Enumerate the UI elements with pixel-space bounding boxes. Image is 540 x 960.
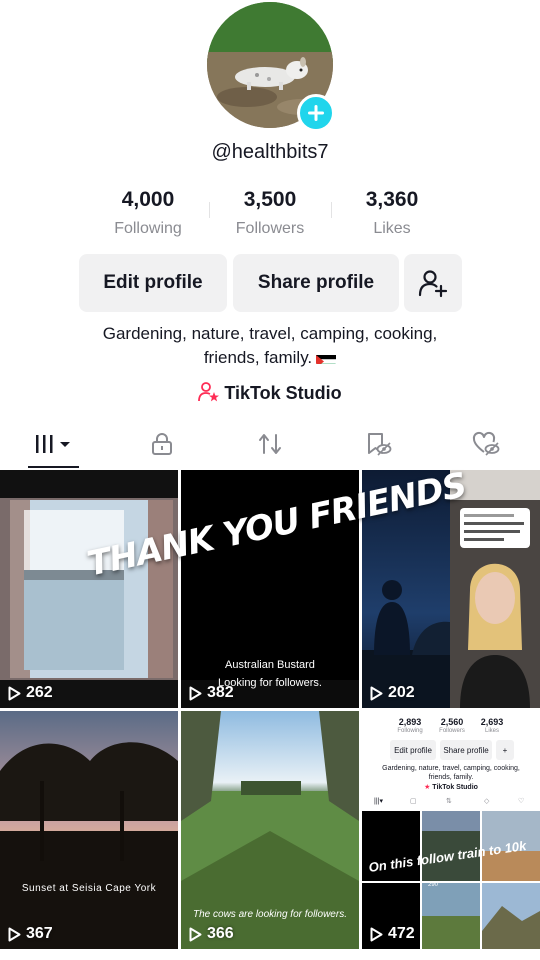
view-count-value: 472 xyxy=(388,925,415,942)
video-thumbnail[interactable]: Sunset at Seisia Cape York 367 xyxy=(0,711,178,949)
studio-label: TikTok Studio xyxy=(224,383,342,403)
mini-bookmark-icon: ◇ xyxy=(484,798,490,805)
edit-profile-button[interactable]: Edit profile xyxy=(79,254,227,312)
video-thumbnail[interactable] xyxy=(450,470,540,708)
mini-bio: Gardening, nature, travel, camping, cook… xyxy=(362,764,540,782)
video-image xyxy=(0,711,178,949)
mini-share-profile: Share profile xyxy=(440,740,492,760)
following-count: 4,000 xyxy=(121,188,175,211)
play-icon xyxy=(8,686,21,700)
mini-bio-line-1: Gardening, nature, travel, camping, cook… xyxy=(382,765,520,772)
bio-line-2: friends, family. xyxy=(0,346,540,370)
play-icon xyxy=(8,927,21,941)
likes-label: Likes xyxy=(373,220,411,237)
play-icon xyxy=(189,686,202,700)
mini-following-label: Following xyxy=(397,728,423,734)
add-user-icon xyxy=(418,270,448,298)
view-count: 367 xyxy=(8,925,53,943)
bio-line-1: Gardening, nature, travel, camping, cook… xyxy=(102,324,438,343)
followers-count: 3,500 xyxy=(243,188,297,211)
view-count-value: 367 xyxy=(26,925,53,942)
profile-tabs xyxy=(0,420,540,470)
likes-count: 3,360 xyxy=(365,188,419,211)
view-count-value: 382 xyxy=(207,684,234,701)
mini-add-user-icon: + xyxy=(496,740,514,760)
view-count: 262 xyxy=(8,684,53,702)
tab-reposts[interactable] xyxy=(216,420,324,468)
play-icon xyxy=(370,686,383,700)
video-caption: The cows are looking for followers. xyxy=(193,909,347,920)
tab-liked[interactable] xyxy=(432,420,540,468)
video-image xyxy=(450,470,540,708)
mini-studio-label: TikTok Studio xyxy=(432,784,478,791)
plus-icon xyxy=(308,105,324,121)
likes-stat[interactable]: 3,360 Likes xyxy=(332,188,452,238)
view-count-value: 366 xyxy=(207,925,234,942)
view-count-value: 262 xyxy=(26,684,53,701)
view-count: 382 xyxy=(189,684,234,702)
add-friend-button[interactable] xyxy=(404,254,462,312)
following-label: Following xyxy=(114,220,182,237)
studio-icon xyxy=(198,382,220,402)
mini-tabs: |||▾ ▢ ⇅ ◇ ♡ xyxy=(362,797,540,809)
view-count: 202 xyxy=(370,684,415,702)
view-count-value: 202 xyxy=(388,684,415,701)
tiktok-studio-link[interactable]: TikTok Studio xyxy=(0,381,540,404)
mini-grid-icon: |||▾ xyxy=(374,798,383,805)
video-thumbnail[interactable]: 262 xyxy=(0,470,178,708)
video-caption: Sunset at Seisia Cape York xyxy=(21,883,157,894)
mini-likes-label: Likes xyxy=(484,728,499,734)
video-thumbnail[interactable]: 2,893 Following 2,560 Followers 2,693 Li… xyxy=(362,711,540,949)
tab-private[interactable] xyxy=(108,420,216,468)
mini-edit-profile: Edit profile xyxy=(390,740,436,760)
video-image xyxy=(0,470,178,708)
mini-view-count: 290 xyxy=(428,882,439,888)
share-profile-button[interactable]: Share profile xyxy=(233,254,399,312)
mini-following-count: 2,893 xyxy=(398,717,422,727)
mini-likes-count: 2,693 xyxy=(480,717,504,727)
video-caption: Australian Bustard xyxy=(225,659,315,671)
tab-videos[interactable] xyxy=(0,420,108,468)
bio: Gardening, nature, travel, camping, cook… xyxy=(0,322,540,370)
grid-icon xyxy=(36,435,70,453)
followers-stat[interactable]: 3,500 Followers xyxy=(210,188,330,238)
mini-bio-line-2: friends, family. xyxy=(428,774,474,781)
avatar-container[interactable] xyxy=(207,2,335,132)
video-thumbnail[interactable]: The cows are looking for followers. 366 xyxy=(181,711,359,949)
active-tab-indicator xyxy=(28,466,79,468)
bio-line-2-text: friends, family. xyxy=(203,348,313,367)
followers-label: Followers xyxy=(235,220,305,237)
mini-repost-icon: ⇅ xyxy=(446,798,452,805)
view-count: 472 xyxy=(370,925,415,943)
mini-studio: ★ TikTok Studio xyxy=(362,783,540,791)
mini-heart-icon: ♡ xyxy=(518,798,525,805)
mini-followers-count: 2,560 xyxy=(440,717,464,727)
play-icon xyxy=(189,927,202,941)
bookmark-eye-icon xyxy=(368,433,392,456)
add-avatar-button[interactable] xyxy=(297,94,335,132)
mini-followers-label: Followers xyxy=(439,728,465,734)
heart-eye-icon xyxy=(472,431,500,456)
mini-lock-icon: ▢ xyxy=(410,798,417,805)
repost-icon xyxy=(259,434,281,454)
view-count: 366 xyxy=(189,925,234,943)
lock-icon xyxy=(152,433,172,455)
username: @healthbits7 xyxy=(211,141,329,163)
play-icon xyxy=(370,927,383,941)
following-stat[interactable]: 4,000 Following xyxy=(88,188,208,238)
palestine-flag-icon xyxy=(316,351,337,364)
mini-studio-icon: ★ xyxy=(424,784,431,791)
tab-favorites[interactable] xyxy=(324,420,432,468)
